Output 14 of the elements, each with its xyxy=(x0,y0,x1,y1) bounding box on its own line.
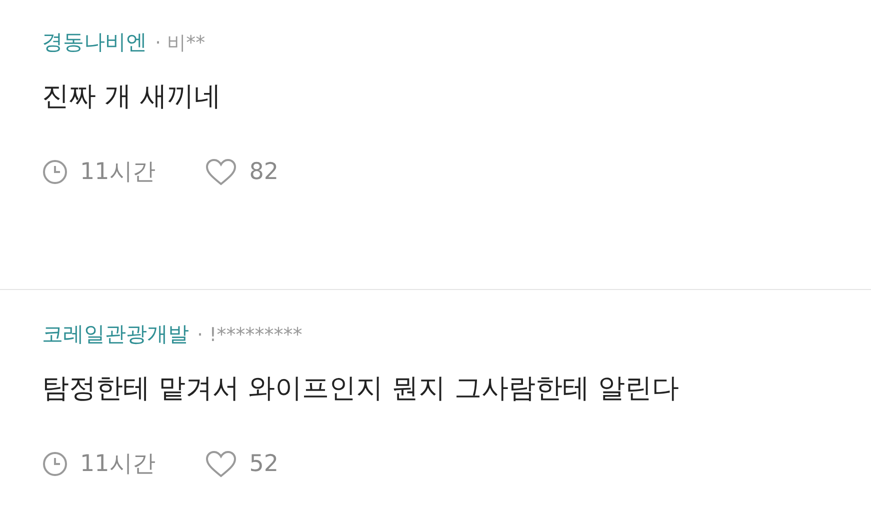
clock-icon xyxy=(42,158,68,184)
comment-time: 11시간 xyxy=(80,158,156,187)
like-icon[interactable] xyxy=(205,158,238,186)
company-name[interactable]: 경동나비엔 xyxy=(42,28,147,56)
company-name[interactable]: 코레일관광개발 xyxy=(42,320,189,348)
clock-icon xyxy=(42,450,68,476)
like-count: 52 xyxy=(249,450,279,476)
comment-text: 탐정한테 맡겨서 와이프인지 뭔지 그사람한테 알린다 xyxy=(42,372,680,406)
comment-text: 진짜 개 새끼네 xyxy=(42,80,222,114)
like-count: 82 xyxy=(249,158,279,184)
comment-time: 11시간 xyxy=(80,450,156,479)
author-name: · !********* xyxy=(197,324,302,346)
author-name: · 비** xyxy=(155,31,206,56)
like-icon[interactable] xyxy=(205,450,238,478)
